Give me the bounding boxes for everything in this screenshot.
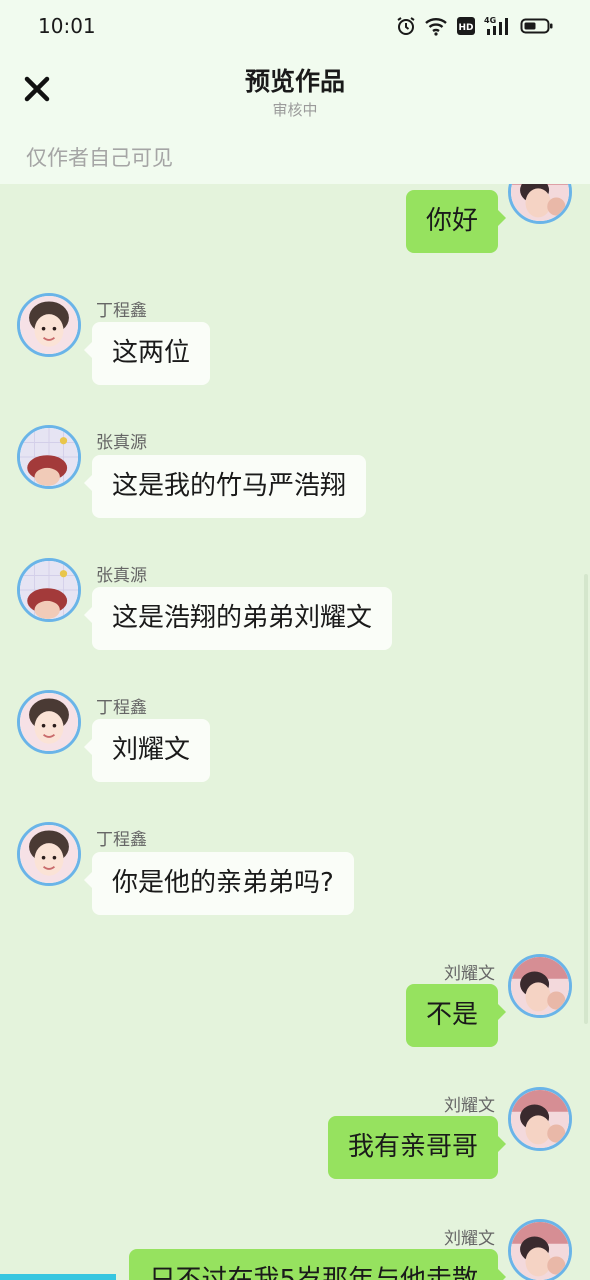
visibility-bar: 仅作者自己可见 — [0, 132, 590, 184]
status-icons: HD 4G — [396, 14, 554, 38]
avatar-zhangzhenyuan[interactable] — [17, 558, 81, 622]
avatar-liuyaowen[interactable] — [508, 184, 572, 224]
home-indicator — [0, 1274, 116, 1280]
sender-name: 丁程鑫 — [96, 301, 147, 321]
message-bubble[interactable]: 你是他的亲弟弟吗? — [84, 852, 354, 915]
alarm-icon — [396, 14, 416, 38]
avatar-dingchengxin[interactable] — [17, 293, 81, 357]
4g-signal-icon: 4G — [484, 14, 512, 38]
avatar-dingchengxin[interactable] — [17, 690, 81, 754]
message-bubble[interactable]: 你好 — [405, 190, 507, 253]
message-bubble[interactable]: 这是浩翔的弟弟刘耀文 — [83, 587, 393, 650]
visibility-note: 仅作者自己可见 — [26, 146, 173, 170]
avatar-dingchengxin[interactable] — [17, 822, 81, 886]
battery-icon — [520, 14, 554, 38]
message-bubble[interactable]: 刘耀文 — [83, 719, 211, 782]
hd-label: HD — [458, 23, 473, 33]
sender-name: 丁程鑫 — [96, 830, 147, 850]
sender-name: 刘耀文 — [444, 1229, 495, 1249]
header: 预览作品 审核中 — [0, 52, 590, 132]
message-bubble[interactable]: 这是我的竹马严浩翔 — [83, 455, 367, 518]
wifi-icon — [424, 14, 448, 38]
sender-name: 丁程鑫 — [96, 698, 147, 718]
message-bubble[interactable]: 只不过在我5岁那年与他走散 — [129, 1249, 506, 1280]
scrollbar[interactable] — [584, 574, 588, 1024]
status-time: 10:01 — [38, 14, 96, 38]
avatar-liuyaowen[interactable] — [508, 1087, 572, 1151]
message-bubble[interactable]: 不是 — [405, 984, 507, 1047]
sender-name: 张真源 — [96, 433, 147, 453]
page-title: 预览作品 — [244, 67, 345, 96]
sender-name: 张真源 — [96, 566, 147, 586]
avatar-liuyaowen[interactable] — [508, 954, 572, 1018]
message-bubble[interactable]: 这两位 — [83, 322, 211, 385]
status-bar: 10:01 HD 4G — [0, 0, 590, 52]
avatar-zhangzhenyuan[interactable] — [17, 425, 81, 489]
avatar-liuyaowen[interactable] — [508, 1219, 572, 1280]
message-bubble[interactable]: 我有亲哥哥 — [327, 1116, 507, 1179]
review-status: 审核中 — [272, 101, 318, 119]
chat-list[interactable]: 你好 丁程鑫 这两位 张真源 这是我的竹马严浩翔 张真源 这是浩翔的弟弟刘耀文 … — [0, 184, 590, 1280]
sender-name: 刘耀文 — [444, 964, 495, 984]
sender-name: 刘耀文 — [444, 1096, 495, 1116]
hd-icon: HD — [456, 14, 476, 38]
net-label: 4G — [484, 16, 496, 25]
